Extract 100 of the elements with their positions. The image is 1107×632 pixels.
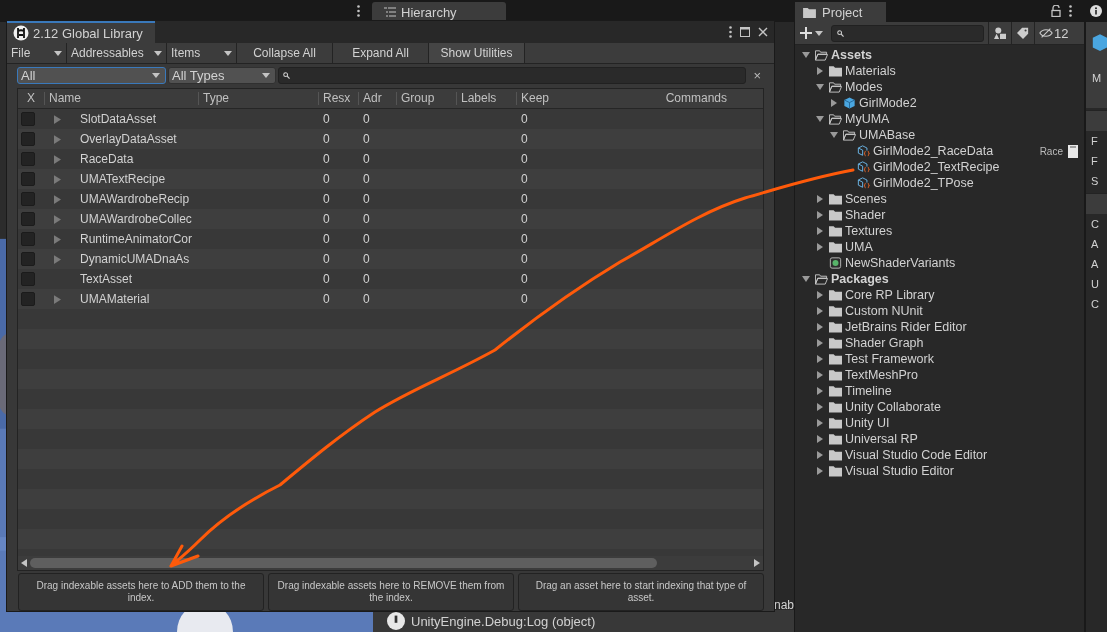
collapse-arrow-icon[interactable] [815, 82, 825, 92]
tree-item[interactable]: Unity UI [845, 416, 890, 430]
tree-item[interactable]: TextMeshPro [845, 368, 918, 382]
expand-arrow-icon[interactable] [54, 114, 61, 124]
expand-arrow-icon[interactable] [815, 466, 825, 476]
expand-arrow-icon[interactable] [815, 322, 825, 332]
tree-item[interactable]: GirlMode2_RaceData [873, 144, 994, 158]
info-icon[interactable] [1090, 5, 1102, 17]
expand-arrow-icon[interactable] [54, 134, 61, 144]
tree-item[interactable]: Shader Graph [845, 336, 924, 350]
expand-arrow-icon[interactable] [815, 306, 825, 316]
tree-item[interactable]: UMA [845, 240, 873, 254]
tree-item[interactable]: Timeline [845, 384, 892, 398]
expand-arrow-icon[interactable] [815, 418, 825, 428]
tree-item[interactable]: Visual Studio Code Editor [845, 448, 988, 462]
drop-zone[interactable]: Drag an asset here to start indexing that type of asset. [518, 573, 764, 611]
expand-arrow-icon[interactable] [815, 210, 825, 220]
column-header[interactable]: X [18, 92, 44, 105]
tree-item[interactable]: UMABase [859, 128, 916, 142]
hierarchy-tab[interactable]: Hierarchy [372, 2, 506, 22]
checkbox[interactable] [21, 192, 35, 206]
tree-item[interactable]: Materials [845, 64, 896, 78]
collapse-arrow-icon[interactable] [829, 130, 839, 140]
expand-arrow-icon[interactable] [815, 402, 825, 412]
scrollbar-thumb[interactable] [30, 558, 658, 568]
tree-item[interactable]: Shader [845, 208, 886, 222]
column-header[interactable]: Name [44, 92, 198, 105]
column-header[interactable]: Resx [318, 92, 358, 105]
tree-item[interactable]: Unity Collaborate [845, 400, 941, 414]
tree-item[interactable]: Universal RP [845, 432, 918, 446]
more-icon[interactable] [1069, 5, 1072, 17]
expand-arrow-icon[interactable] [815, 354, 825, 364]
tree-item[interactable]: MyUMA [845, 112, 890, 126]
column-header[interactable]: Group [396, 92, 456, 105]
expand-arrow-icon[interactable] [815, 338, 825, 348]
collapse-arrow-icon[interactable] [815, 114, 825, 124]
expand-arrow-icon[interactable] [54, 254, 61, 264]
column-header[interactable]: Commands [556, 92, 763, 105]
drop-zone[interactable]: Drag indexable assets here to ADD them to the index. [18, 573, 264, 611]
column-header[interactable]: Keep [516, 92, 556, 105]
project-tab[interactable]: Project [795, 2, 887, 22]
expand-arrow-icon[interactable] [815, 450, 825, 460]
tree-item[interactable]: Core RP Library [845, 288, 935, 302]
scroll-right-icon[interactable] [754, 559, 760, 567]
tree-item[interactable]: GirlMode2_TPose [873, 176, 974, 190]
expand-arrow-icon[interactable] [815, 290, 825, 300]
checkbox[interactable] [21, 252, 35, 266]
expand-arrow-icon[interactable] [54, 294, 61, 304]
checkbox[interactable] [21, 172, 35, 186]
expand-arrow-icon[interactable] [54, 194, 61, 204]
checkbox[interactable] [21, 112, 35, 126]
expand-arrow-icon[interactable] [54, 234, 61, 244]
checkbox[interactable] [21, 292, 35, 306]
more-icon[interactable] [357, 5, 360, 17]
tree-item[interactable]: GirlMode2_TextRecipe [873, 160, 1000, 174]
checkbox[interactable] [21, 212, 35, 226]
expand-arrow-icon[interactable] [54, 154, 61, 164]
toolbar-button[interactable]: Show Utilities [429, 43, 525, 63]
expand-arrow-icon[interactable] [815, 386, 825, 396]
collapse-arrow-icon[interactable] [801, 50, 811, 60]
column-header[interactable]: Type [198, 92, 318, 105]
tree-item[interactable]: Textures [845, 224, 893, 238]
filter-dropdown[interactable]: All [17, 66, 166, 84]
search-field[interactable] [278, 66, 747, 84]
more-icon[interactable] [729, 26, 732, 38]
tree-item[interactable]: Visual Studio Editor [845, 464, 954, 478]
close-icon[interactable] [758, 27, 768, 37]
maximize-icon[interactable] [740, 27, 750, 37]
checkbox[interactable] [21, 152, 35, 166]
tree-item[interactable]: JetBrains Rider Editor [845, 320, 967, 334]
expand-arrow-icon[interactable] [815, 370, 825, 380]
checkbox[interactable] [21, 272, 35, 286]
expand-arrow-icon[interactable] [54, 174, 61, 184]
column-header[interactable]: Adr [358, 92, 396, 105]
filter-dropdown[interactable]: All Types [168, 66, 276, 84]
expand-arrow-icon[interactable] [815, 434, 825, 444]
tree-item[interactable]: Custom NUnit [845, 304, 923, 318]
lock-icon[interactable] [1051, 5, 1061, 17]
expand-arrow-icon[interactable] [829, 98, 839, 108]
tree-item[interactable]: Scenes [845, 192, 887, 206]
search-field[interactable] [831, 24, 984, 42]
checkbox[interactable] [21, 232, 35, 246]
tree-item[interactable]: Modes [845, 80, 883, 94]
column-header[interactable]: Labels [456, 92, 516, 105]
expand-arrow-icon[interactable] [54, 214, 61, 224]
expand-arrow-icon[interactable] [815, 66, 825, 76]
clear-search-button[interactable]: × [748, 67, 764, 83]
tree-item[interactable]: GirlMode2 [859, 96, 917, 110]
expand-arrow-icon[interactable] [815, 194, 825, 204]
tree-item[interactable]: Packages [831, 272, 889, 286]
tree-item[interactable]: NewShaderVariants [845, 256, 956, 270]
collapse-arrow-icon[interactable] [801, 274, 811, 284]
checkbox[interactable] [21, 132, 35, 146]
drop-zone[interactable]: Drag indexable assets here to REMOVE them from the index. [268, 573, 514, 611]
tree-item[interactable]: Test Framework [845, 352, 934, 366]
tree-item[interactable]: Assets [831, 48, 872, 62]
window-tab[interactable]: 2.12 Global Library [7, 21, 155, 43]
expand-arrow-icon[interactable] [815, 242, 825, 252]
expand-arrow-icon[interactable] [815, 226, 825, 236]
scroll-left-icon[interactable] [21, 559, 27, 567]
